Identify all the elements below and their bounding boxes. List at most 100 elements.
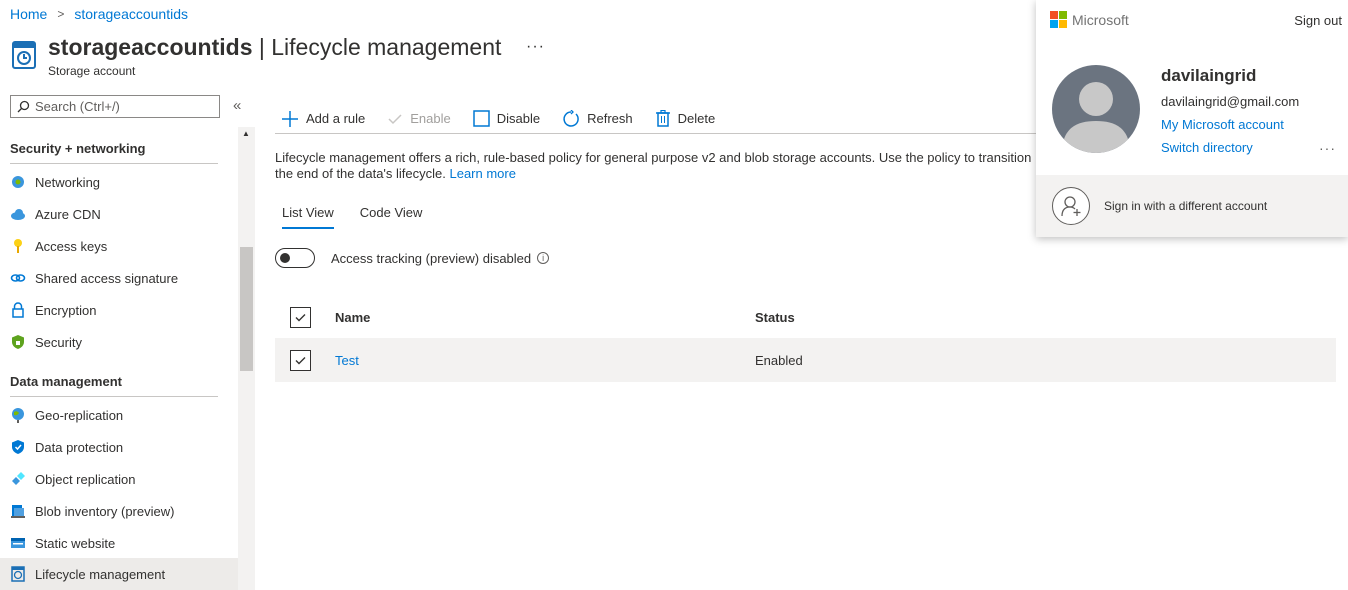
refresh-icon: [563, 109, 579, 127]
more-options-icon[interactable]: ···: [526, 38, 545, 56]
sidebar-scrollbar[interactable]: ▲: [238, 127, 255, 590]
key-icon: [14, 239, 22, 253]
rule-status: Enabled: [755, 352, 803, 368]
globe-icon: [12, 408, 24, 423]
tab-code-view[interactable]: Code View: [360, 205, 423, 229]
website-icon: [11, 538, 25, 548]
section-data-management: Data management: [10, 374, 218, 397]
column-header-name[interactable]: Name: [335, 310, 370, 325]
sidebar-item-geo-replication[interactable]: Geo-replication: [0, 399, 238, 431]
sidebar-item-azure-cdn[interactable]: Azure CDN: [0, 198, 238, 230]
checkmark-icon: [295, 356, 306, 364]
sign-out-button[interactable]: Sign out: [1294, 13, 1342, 28]
disable-button[interactable]: Disable: [467, 110, 540, 127]
scroll-up-arrow-icon[interactable]: ▲: [242, 129, 250, 138]
breadcrumb: Home > storageaccountids: [10, 6, 188, 22]
breadcrumb-home-link[interactable]: Home: [10, 6, 47, 22]
account-popup: Microsoft Sign out davilaingrid davilain…: [1036, 0, 1348, 237]
page-name: | Lifecycle management: [252, 34, 502, 60]
column-header-status[interactable]: Status: [755, 310, 795, 325]
lifecycle-icon: [11, 566, 25, 582]
table-header-row: Name Status: [275, 296, 1336, 338]
user-email: davilaingrid@gmail.com: [1161, 94, 1300, 109]
sidebar-item-security[interactable]: Security: [0, 326, 238, 358]
rules-table: Name Status Test Enabled: [275, 296, 1336, 382]
scroll-thumb[interactable]: [240, 247, 253, 371]
sidebar-item-label: Lifecycle management: [35, 566, 166, 582]
microsoft-logo-icon: [1050, 11, 1067, 28]
view-tabs: List View Code View: [282, 205, 422, 229]
learn-more-link[interactable]: Learn more: [449, 166, 515, 181]
access-tracking-label: Access tracking (preview) disabled: [331, 250, 532, 266]
checkmark-icon: [295, 313, 306, 321]
brand-name: Microsoft: [1072, 11, 1129, 28]
add-rule-button[interactable]: Add a rule: [275, 110, 365, 128]
enable-label: Enable: [410, 111, 451, 126]
sidebar-item-label: Geo-replication: [35, 407, 124, 423]
breadcrumb-resource-link[interactable]: storageaccountids: [74, 6, 188, 22]
sidebar-item-label: Shared access signature: [35, 270, 179, 286]
cdn-cloud-icon: [11, 209, 25, 220]
delete-button[interactable]: Delete: [649, 110, 716, 127]
sign-in-different-label: Sign in with a different account: [1104, 199, 1268, 213]
sidebar-item-networking[interactable]: Networking: [0, 166, 238, 198]
sidebar-item-label: Data protection: [35, 439, 124, 455]
tab-list-view[interactable]: List View: [282, 205, 334, 229]
page-description: Lifecycle management offers a rich, rule…: [275, 150, 1035, 165]
checkmark-icon: [388, 113, 402, 124]
shield-blue-icon: [12, 440, 24, 454]
storage-account-icon: [12, 41, 36, 69]
sidebar-item-label: Blob inventory (preview): [35, 503, 175, 519]
info-icon[interactable]: i: [537, 252, 550, 264]
sidebar-item-blob-inventory[interactable]: Blob inventory (preview): [0, 495, 238, 527]
square-icon: [473, 110, 490, 127]
access-tracking-row: Access tracking (preview) disabled i: [275, 248, 550, 268]
description-text: the end of the data's lifecycle.: [275, 166, 450, 181]
refresh-button[interactable]: Refresh: [556, 109, 633, 128]
disable-label: Disable: [496, 111, 541, 126]
sidebar-search-input[interactable]: Search (Ctrl+/): [10, 95, 220, 118]
sidebar-item-data-protection[interactable]: Data protection: [0, 431, 238, 463]
sidebar-item-label: Encryption: [35, 302, 97, 318]
sidebar-item-shared-access-signature[interactable]: Shared access signature: [0, 262, 238, 294]
access-tracking-toggle[interactable]: [275, 248, 315, 268]
inventory-icon: [11, 505, 25, 518]
page-subtitle: Storage account: [48, 64, 136, 78]
row-checkbox[interactable]: [290, 349, 311, 371]
select-all-checkbox[interactable]: [290, 306, 311, 328]
add-rule-label: Add a rule: [306, 111, 366, 126]
sidebar-item-label: Azure CDN: [35, 206, 101, 222]
collapse-sidebar-icon[interactable]: «: [233, 97, 241, 114]
avatar[interactable]: [1052, 65, 1140, 153]
microsoft-logo: Microsoft: [1050, 11, 1129, 28]
sidebar: Search (Ctrl+/) « Security + networking …: [0, 90, 255, 590]
sidebar-item-label: Security: [35, 334, 82, 350]
toggle-knob: [280, 253, 290, 263]
link-icon: [10, 274, 26, 282]
sidebar-item-static-website[interactable]: Static website: [0, 527, 238, 559]
sidebar-item-object-replication[interactable]: Object replication: [0, 463, 238, 495]
sidebar-item-encryption[interactable]: Encryption: [0, 294, 238, 326]
delete-label: Delete: [677, 111, 716, 126]
section-security-networking: Security + networking: [10, 141, 218, 164]
more-options-icon[interactable]: ···: [1319, 140, 1336, 156]
refresh-label: Refresh: [587, 111, 633, 126]
my-microsoft-account-link[interactable]: My Microsoft account: [1161, 117, 1284, 132]
switch-directory-link[interactable]: Switch directory: [1161, 140, 1253, 155]
sign-in-different-account-button[interactable]: Sign in with a different account: [1036, 175, 1348, 237]
rule-name-link[interactable]: Test: [335, 353, 359, 368]
sidebar-item-access-keys[interactable]: Access keys: [0, 230, 238, 262]
networking-icon: [12, 176, 24, 188]
sidebar-item-label: Access keys: [35, 238, 108, 254]
search-placeholder: Search (Ctrl+/): [35, 99, 120, 114]
page-title: storageaccountids | Lifecycle management: [48, 34, 501, 60]
table-row[interactable]: Test Enabled: [275, 338, 1336, 382]
enable-button[interactable]: Enable: [381, 111, 451, 127]
add-person-icon: [1052, 187, 1090, 225]
user-name: davilaingrid: [1161, 66, 1257, 85]
lock-icon: [12, 302, 24, 318]
trash-icon: [655, 110, 670, 127]
resource-name: storageaccountids: [48, 34, 253, 60]
sidebar-item-lifecycle-management[interactable]: Lifecycle management: [0, 558, 238, 590]
person-icon: [1062, 82, 1130, 153]
